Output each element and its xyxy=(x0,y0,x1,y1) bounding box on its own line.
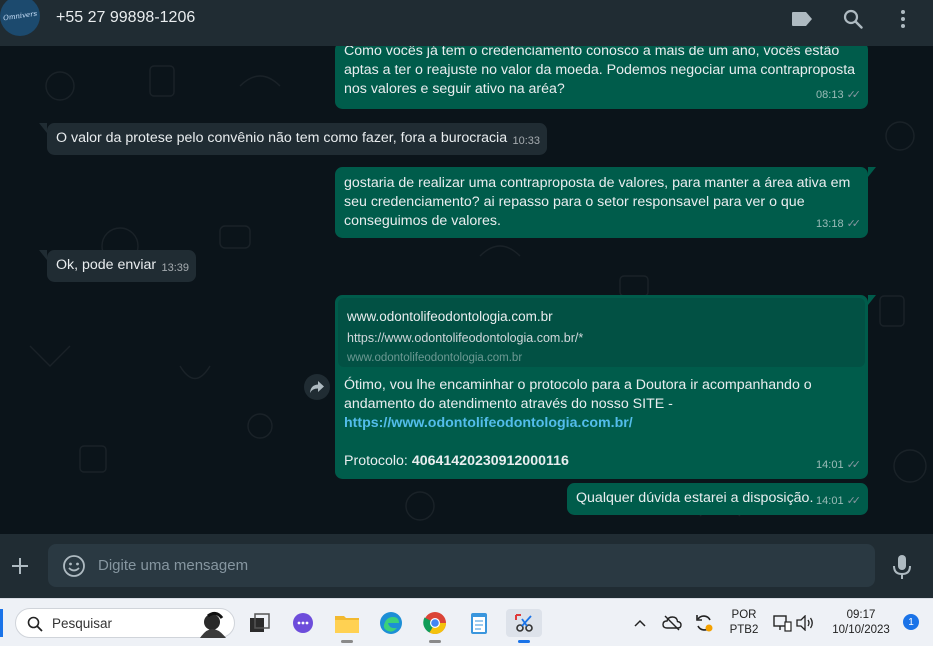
contact-name[interactable]: +55 27 99898-1206 xyxy=(56,9,195,27)
message-meta: 14:01 ✓✓ xyxy=(816,492,861,511)
message-text: Ok, pode enviar xyxy=(56,257,157,273)
link-preview[interactable]: www.odontolifeodontologia.com.br https:/… xyxy=(338,298,865,367)
taskbar-search-label: Pesquisar xyxy=(52,616,113,631)
running-indicator xyxy=(429,640,441,643)
bubble-tail xyxy=(39,123,47,133)
double-check-icon: ✓✓ xyxy=(846,218,862,230)
file-explorer-icon[interactable] xyxy=(333,609,361,643)
bubble-tail xyxy=(868,295,876,305)
keyboard-layout: PTB2 xyxy=(729,624,759,636)
double-check-icon: ✓✓ xyxy=(846,89,862,101)
cloud-offline-icon[interactable] xyxy=(660,609,684,637)
notepad-icon[interactable] xyxy=(465,609,493,637)
chrome-icon[interactable] xyxy=(421,609,449,643)
protocol-label: Protocolo: xyxy=(344,453,408,469)
task-view-icon[interactable] xyxy=(246,609,274,637)
snipping-tool-icon[interactable] xyxy=(506,609,542,643)
notification-badge[interactable]: 1 xyxy=(903,614,919,630)
volume-icon[interactable] xyxy=(793,609,817,637)
label-icon[interactable] xyxy=(790,7,814,31)
message-bubble-outgoing[interactable]: www.odontolifeodontologia.com.br https:/… xyxy=(335,295,876,479)
message-time: 10:33 xyxy=(512,135,540,147)
message-meta: 13:18 ✓✓ xyxy=(816,215,861,234)
message-text: gostaria de realizar uma contraproposta … xyxy=(344,175,851,229)
taskbar-edge-accent xyxy=(0,609,3,637)
avatar-logo-text: Omnivers xyxy=(2,9,38,23)
double-check-icon: ✓✓ xyxy=(846,495,862,507)
search-highlight-icon xyxy=(200,611,226,638)
message-meta: 08:13 ✓✓ xyxy=(816,86,861,105)
chat-icon[interactable] xyxy=(289,609,317,637)
language-indicator[interactable]: POR PTB2 xyxy=(726,608,762,638)
message-time: 14:01 xyxy=(816,495,844,507)
message-bubble-outgoing[interactable]: Como vocês já tem o credenciamento conos… xyxy=(335,46,868,109)
link-preview-description: https://www.odontolifeodontologia.com.br… xyxy=(347,331,584,345)
message-link[interactable]: https://www.odontolifeodontologia.com.br… xyxy=(344,414,859,433)
clock-date: 10/10/2023 xyxy=(832,624,890,636)
chevron-up-icon[interactable] xyxy=(628,609,652,637)
windows-taskbar: Pesquisar POR PTB2 09:17 10/10/2023 1 xyxy=(0,598,933,646)
message-text: Como vocês já tem o credenciamento conos… xyxy=(344,46,856,97)
message-time: 13:18 xyxy=(816,218,844,230)
message-text: Qualquer dúvida estarei a disposição. xyxy=(576,490,814,506)
message-time: 14:01 xyxy=(816,459,844,471)
message-meta: 14:01 ✓✓ xyxy=(816,456,861,475)
microphone-icon[interactable] xyxy=(892,554,912,580)
running-indicator xyxy=(341,640,353,643)
protocol-value: 40641420230912000116 xyxy=(411,453,569,469)
clock-time: 09:17 xyxy=(846,609,876,621)
message-text: Ótimo, vou lhe encaminhar o protocolo pa… xyxy=(344,377,812,412)
message-time: 08:13 xyxy=(816,89,844,101)
message-meta: 13:39 xyxy=(161,259,189,278)
message-meta: 10:33 xyxy=(512,132,540,151)
contact-avatar[interactable]: Omnivers xyxy=(0,0,40,36)
link-preview-domain: www.odontolifeodontologia.com.br xyxy=(347,352,523,364)
running-indicator xyxy=(518,640,530,643)
message-bubble-outgoing[interactable]: gostaria de realizar uma contraproposta … xyxy=(335,167,876,238)
link-preview-title: www.odontolifeodontologia.com.br xyxy=(347,309,553,324)
network-icon[interactable] xyxy=(770,609,794,637)
message-text: O valor da protese pelo convênio não tem… xyxy=(56,130,508,146)
search-icon xyxy=(27,616,43,632)
emoji-icon[interactable] xyxy=(62,554,86,578)
search-icon[interactable] xyxy=(841,7,865,31)
message-bubble-incoming[interactable]: Ok, pode enviar 13:39 xyxy=(39,250,196,282)
double-check-icon: ✓✓ xyxy=(846,459,862,471)
message-bubble-outgoing[interactable]: Qualquer dúvida estarei a disposição. 14… xyxy=(567,483,868,515)
attach-plus-icon[interactable] xyxy=(9,555,31,577)
message-input[interactable] xyxy=(98,544,858,587)
message-composer xyxy=(0,534,933,598)
chat-header: Omnivers +55 27 99898-1206 xyxy=(0,0,933,46)
forward-icon[interactable] xyxy=(304,374,330,400)
message-input-wrapper xyxy=(48,544,875,587)
taskbar-clock[interactable]: 09:17 10/10/2023 xyxy=(826,608,896,638)
language-code: POR xyxy=(731,609,757,621)
message-bubble-incoming[interactable]: O valor da protese pelo convênio não tem… xyxy=(39,123,547,155)
message-list[interactable]: Como vocês já tem o credenciamento conos… xyxy=(0,46,933,534)
sync-icon[interactable] xyxy=(692,609,716,637)
edge-icon[interactable] xyxy=(377,609,405,637)
bubble-tail xyxy=(868,167,876,177)
menu-icon[interactable] xyxy=(891,7,915,31)
bubble-tail xyxy=(39,250,47,260)
message-time: 13:39 xyxy=(161,262,189,274)
taskbar-search[interactable]: Pesquisar xyxy=(15,608,235,638)
